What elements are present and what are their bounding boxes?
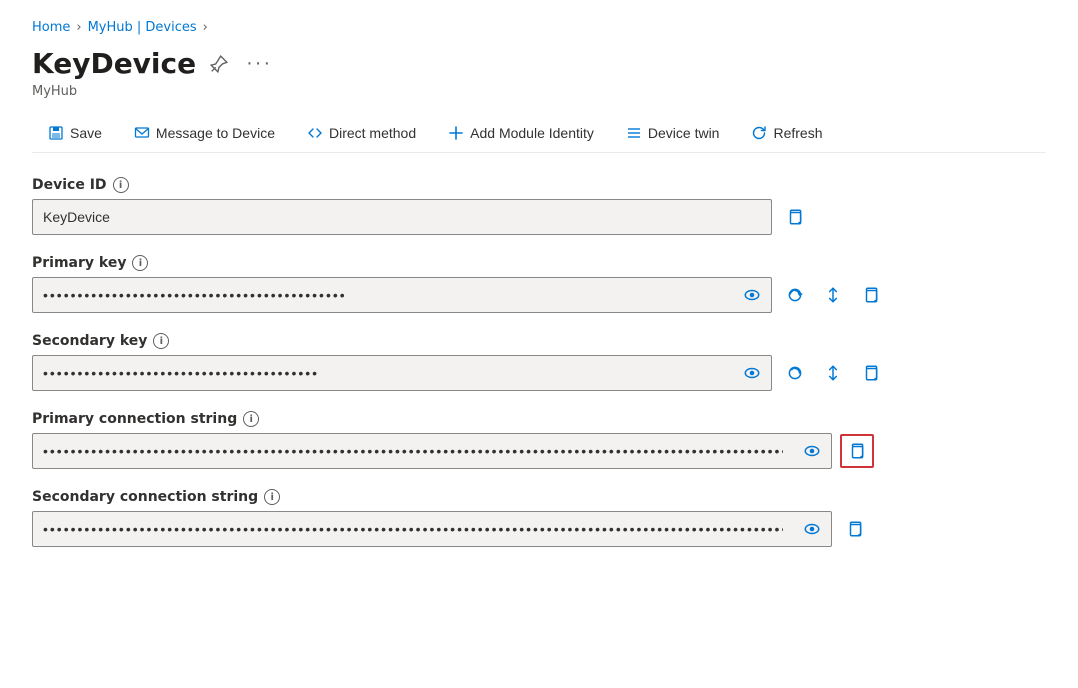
- secondary-key-row: [32, 355, 1046, 391]
- device-id-input[interactable]: [32, 199, 772, 235]
- refresh-button[interactable]: Refresh: [735, 115, 838, 153]
- save-button[interactable]: Save: [32, 115, 118, 153]
- copy-icon: [862, 286, 880, 304]
- breadcrumb-sep2: ›: [203, 20, 208, 35]
- secondary-key-input[interactable]: [33, 356, 733, 390]
- breadcrumb-sep1: ›: [76, 20, 81, 35]
- eye-icon: [803, 442, 821, 460]
- secondary-conn-input[interactable]: [33, 512, 793, 546]
- primary-conn-section: Primary connection string i: [32, 411, 1046, 469]
- breadcrumb: Home › MyHub | Devices ›: [32, 20, 1046, 35]
- secondary-conn-label: Secondary connection string i: [32, 489, 1046, 505]
- primary-key-swap-button[interactable]: [818, 280, 848, 310]
- breadcrumb-devices[interactable]: MyHub | Devices: [88, 20, 197, 35]
- primary-conn-input-wrap: [32, 433, 832, 469]
- secondary-key-input-wrap: [32, 355, 772, 391]
- page-title: KeyDevice: [32, 47, 196, 80]
- eye-icon: [803, 520, 821, 538]
- secondary-key-regenerate-button[interactable]: [780, 358, 810, 388]
- copy-icon: [862, 364, 880, 382]
- primary-conn-eye-button[interactable]: [793, 442, 831, 460]
- direct-method-button[interactable]: Direct method: [291, 115, 432, 153]
- secondary-conn-info-icon[interactable]: i: [264, 489, 280, 505]
- primary-key-row: [32, 277, 1046, 313]
- primary-conn-row: [32, 433, 1046, 469]
- device-twin-button[interactable]: Device twin: [610, 115, 736, 153]
- pin-button[interactable]: [206, 53, 232, 75]
- secondary-conn-row: [32, 511, 1046, 547]
- copy-icon: [846, 520, 864, 538]
- secondary-key-section: Secondary key i: [32, 333, 1046, 391]
- primary-key-section: Primary key i: [32, 255, 1046, 313]
- refresh-icon: [751, 125, 767, 141]
- device-twin-icon: [626, 125, 642, 141]
- primary-key-regenerate-button[interactable]: [780, 280, 810, 310]
- eye-icon: [743, 364, 761, 382]
- breadcrumb-home[interactable]: Home: [32, 20, 70, 35]
- page-subtitle: MyHub: [32, 84, 1046, 99]
- device-id-copy-button[interactable]: [780, 202, 810, 232]
- eye-icon: [743, 286, 761, 304]
- secondary-conn-input-wrap: [32, 511, 832, 547]
- primary-key-eye-button[interactable]: [733, 286, 771, 304]
- direct-method-icon: [307, 125, 323, 141]
- device-id-row: [32, 199, 1046, 235]
- primary-key-input-wrap: [32, 277, 772, 313]
- page-header: KeyDevice ···: [32, 47, 1046, 80]
- swap-icon: [824, 364, 842, 382]
- device-id-section: Device ID i: [32, 177, 1046, 235]
- primary-key-label: Primary key i: [32, 255, 1046, 271]
- secondary-key-copy-button[interactable]: [856, 358, 886, 388]
- device-id-label: Device ID i: [32, 177, 1046, 193]
- primary-conn-copy-button[interactable]: [840, 434, 874, 468]
- secondary-key-info-icon[interactable]: i: [153, 333, 169, 349]
- page-container: Home › MyHub | Devices › KeyDevice ··· M…: [0, 0, 1078, 688]
- primary-conn-label: Primary connection string i: [32, 411, 1046, 427]
- secondary-key-eye-button[interactable]: [733, 364, 771, 382]
- secondary-conn-copy-button[interactable]: [840, 514, 870, 544]
- secondary-key-label: Secondary key i: [32, 333, 1046, 349]
- pin-icon: [210, 55, 228, 73]
- primary-conn-info-icon[interactable]: i: [243, 411, 259, 427]
- save-icon: [48, 125, 64, 141]
- primary-key-copy-button[interactable]: [856, 280, 886, 310]
- primary-key-input[interactable]: [33, 278, 733, 312]
- toolbar: Save Message to Device Direct method Add…: [32, 115, 1046, 153]
- secondary-key-swap-button[interactable]: [818, 358, 848, 388]
- copy-icon: [786, 208, 804, 226]
- primary-conn-input[interactable]: [33, 434, 793, 468]
- regenerate-icon: [786, 286, 804, 304]
- secondary-conn-eye-button[interactable]: [793, 520, 831, 538]
- regenerate-icon: [786, 364, 804, 382]
- message-icon: [134, 125, 150, 141]
- more-button[interactable]: ···: [242, 50, 276, 77]
- copy-icon: [848, 442, 866, 460]
- secondary-conn-section: Secondary connection string i: [32, 489, 1046, 547]
- device-id-info-icon[interactable]: i: [113, 177, 129, 193]
- add-module-identity-button[interactable]: Add Module Identity: [432, 115, 610, 153]
- message-to-device-button[interactable]: Message to Device: [118, 115, 291, 153]
- swap-icon: [824, 286, 842, 304]
- more-icon: ···: [246, 52, 272, 75]
- add-icon: [448, 125, 464, 141]
- primary-key-info-icon[interactable]: i: [132, 255, 148, 271]
